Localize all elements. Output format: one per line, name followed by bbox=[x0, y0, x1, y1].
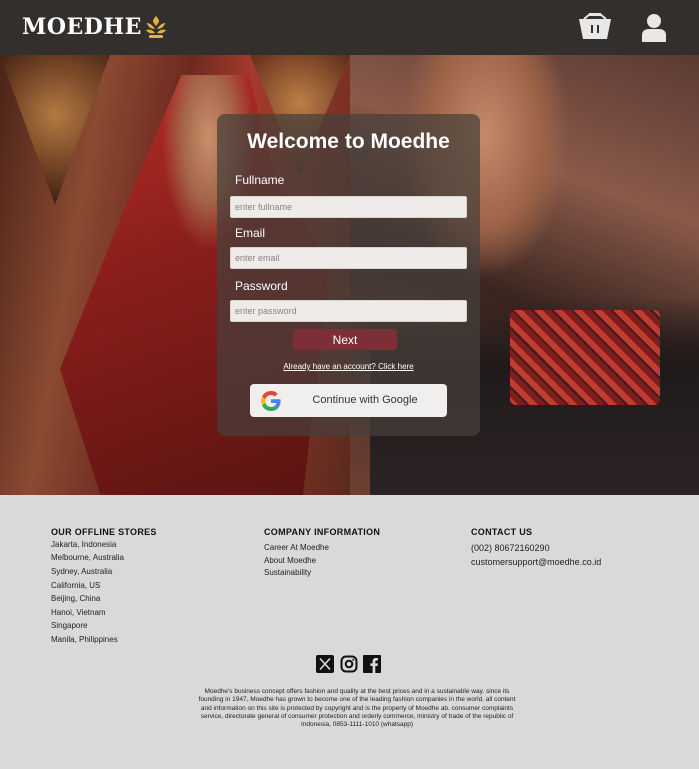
contact-phone[interactable]: (002) 80672160290 bbox=[471, 543, 550, 553]
company-link[interactable]: Sustainability bbox=[264, 568, 311, 577]
store-item[interactable]: Manila, Philippines bbox=[51, 635, 118, 644]
copyright-text: Moedhe's business concept offers fashion… bbox=[198, 688, 516, 729]
fullname-label: Fullname bbox=[235, 173, 285, 187]
email-input[interactable] bbox=[230, 247, 467, 269]
fullname-input[interactable] bbox=[230, 196, 467, 218]
site-footer: OUR OFFLINE STORES Jakarta, Indonesia Me… bbox=[0, 495, 699, 769]
login-link[interactable]: Already have an account? Click here bbox=[217, 362, 480, 371]
company-link[interactable]: Career At Moedhe bbox=[264, 543, 329, 552]
card-title: Welcome to Moedhe bbox=[247, 130, 450, 153]
user-icon[interactable] bbox=[641, 13, 667, 42]
x-icon[interactable] bbox=[316, 655, 334, 673]
store-item[interactable]: Beijing, China bbox=[51, 594, 100, 603]
stores-title: OUR OFFLINE STORES bbox=[51, 527, 157, 537]
carved-panel bbox=[0, 55, 110, 205]
google-button-label: Continue with Google bbox=[312, 394, 418, 406]
store-item[interactable]: Hanoi, Vietnam bbox=[51, 608, 106, 617]
google-icon bbox=[261, 391, 281, 411]
store-item[interactable]: California, US bbox=[51, 581, 100, 590]
brand-name: MOEDHE bbox=[22, 14, 142, 40]
facebook-icon[interactable] bbox=[363, 655, 381, 673]
brand-logo[interactable]: MOEDHE bbox=[22, 12, 168, 42]
signup-card: Welcome to Moedhe Fullname Email Passwor… bbox=[217, 114, 480, 436]
store-item[interactable]: Sydney, Australia bbox=[51, 567, 112, 576]
ornament-icon bbox=[145, 16, 166, 38]
next-button[interactable]: Next bbox=[293, 329, 397, 350]
contact-email[interactable]: customersupport@moedhe.co.id bbox=[471, 557, 601, 567]
basket-icon[interactable] bbox=[578, 13, 612, 41]
store-item[interactable]: Jakarta, Indonesia bbox=[51, 540, 116, 549]
contact-title: CONTACT US bbox=[471, 527, 533, 537]
hero-banner: Welcome to Moedhe Fullname Email Passwor… bbox=[0, 55, 699, 495]
email-label: Email bbox=[235, 226, 266, 240]
store-item[interactable]: Singapore bbox=[51, 621, 87, 630]
woven-cloth bbox=[510, 310, 660, 405]
company-link[interactable]: About Moedhe bbox=[264, 556, 316, 565]
top-header: MOEDHE bbox=[0, 0, 699, 55]
company-title: COMPANY INFORMATION bbox=[264, 527, 381, 537]
google-signin-button[interactable]: Continue with Google bbox=[250, 384, 447, 417]
password-label: Password bbox=[235, 279, 288, 293]
password-input[interactable] bbox=[230, 300, 467, 322]
instagram-icon[interactable] bbox=[340, 655, 358, 673]
store-item[interactable]: Melbourne, Australia bbox=[51, 553, 124, 562]
